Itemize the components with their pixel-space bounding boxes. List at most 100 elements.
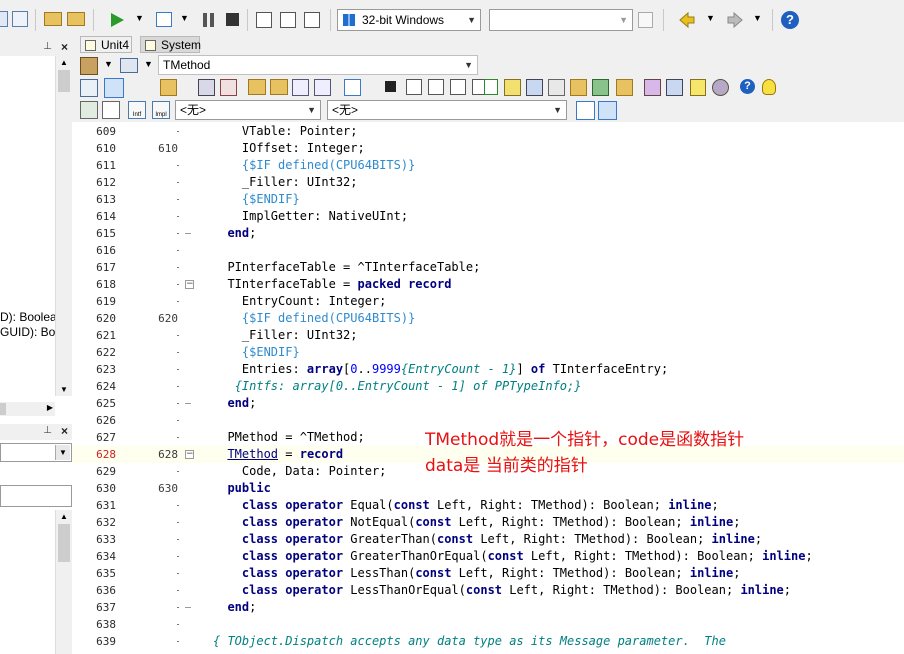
back-icon[interactable] bbox=[678, 11, 696, 29]
run-without-debug-icon[interactable] bbox=[156, 12, 172, 27]
structure-icon[interactable] bbox=[80, 101, 98, 119]
code-line[interactable]: 633 class operator GreaterThan(const Lef… bbox=[72, 531, 904, 548]
chevron-down-icon[interactable]: ▼ bbox=[144, 59, 153, 69]
close-icon[interactable]: × bbox=[61, 424, 68, 438]
settings-icon[interactable] bbox=[712, 79, 729, 96]
step-over-icon[interactable] bbox=[256, 12, 272, 28]
chevron-down-icon[interactable]: ▼ bbox=[104, 59, 113, 69]
code-line[interactable]: 621 _Filler: UInt32; bbox=[72, 327, 904, 344]
new-item-icon[interactable] bbox=[160, 79, 177, 96]
stop-icon[interactable] bbox=[385, 81, 396, 92]
view-form-icon[interactable] bbox=[80, 79, 98, 97]
align-left-icon[interactable] bbox=[576, 101, 595, 120]
forward-dropdown-icon[interactable]: ▼ bbox=[753, 13, 762, 23]
trace-into-icon[interactable] bbox=[280, 12, 296, 28]
code-line[interactable]: 619 EntryCount: Integer; bbox=[72, 293, 904, 310]
code-line[interactable]: 622 {$ENDIF} bbox=[72, 344, 904, 361]
code-line[interactable]: 610 610 IOffset: Integer; bbox=[72, 140, 904, 157]
save-all-icon[interactable] bbox=[0, 11, 8, 27]
folder-remove-icon[interactable] bbox=[270, 79, 288, 95]
fold-toggle-icon[interactable]: − bbox=[185, 450, 194, 459]
code-line[interactable]: 611 {$IF defined(CPU64BITS)} bbox=[72, 157, 904, 174]
run-to-cursor-icon[interactable] bbox=[304, 12, 320, 28]
download-icon[interactable] bbox=[292, 79, 309, 96]
upload-icon[interactable] bbox=[314, 79, 331, 96]
run-icon[interactable] bbox=[344, 79, 361, 96]
code-line[interactable]: 631 class operator Equal(const Left, Rig… bbox=[72, 497, 904, 514]
code-line[interactable]: 616 bbox=[72, 242, 904, 259]
code-line[interactable]: 635 class operator LessThan(const Left, … bbox=[72, 565, 904, 582]
target-platform-select[interactable]: 32-bit Windows ▼ bbox=[337, 9, 481, 31]
save-icon[interactable] bbox=[198, 79, 215, 96]
view-code-icon[interactable] bbox=[104, 78, 124, 98]
run-without-debug-dropdown-icon[interactable]: ▼ bbox=[180, 13, 189, 23]
horizontal-scrollbar[interactable]: ▶ bbox=[0, 402, 55, 416]
tab-unit4[interactable]: Unit4 bbox=[80, 36, 132, 53]
code-line[interactable]: 630 630 public bbox=[72, 480, 904, 497]
code-line[interactable]: 636 class operator LessThanOrEqual(const… bbox=[72, 582, 904, 599]
back-dropdown-icon[interactable]: ▼ bbox=[706, 13, 715, 23]
panel-select[interactable]: ▼ bbox=[0, 443, 72, 462]
books-icon[interactable] bbox=[80, 57, 98, 75]
build-config-select[interactable]: ▼ bbox=[489, 9, 633, 31]
nav-member-select[interactable]: <无> ▼ bbox=[327, 100, 567, 120]
pin-icon[interactable]: ⊥ bbox=[43, 41, 52, 52]
tool-icon[interactable] bbox=[526, 79, 543, 96]
code-line[interactable]: 612 _Filler: UInt32; bbox=[72, 174, 904, 191]
code-line[interactable]: 615 end; bbox=[72, 225, 904, 242]
panel-search-input[interactable] bbox=[0, 485, 72, 507]
form-icon[interactable] bbox=[102, 101, 120, 119]
code-line[interactable]: 624 {Intfs: array[0..EntryCount - 1] of … bbox=[72, 378, 904, 395]
code-line[interactable]: 617 PInterfaceTable = ^TInterfaceTable; bbox=[72, 259, 904, 276]
class-select[interactable]: TMethod ▼ bbox=[158, 55, 478, 75]
help-icon[interactable]: ? bbox=[740, 79, 755, 94]
code-line[interactable]: 625 end; bbox=[72, 395, 904, 412]
fold-toggle-icon[interactable]: − bbox=[185, 280, 194, 289]
tab-system[interactable]: System bbox=[140, 36, 201, 53]
add-file-icon[interactable] bbox=[44, 12, 62, 26]
code-editor[interactable]: 609 VTable: Pointer; 610 610 IOffset: Inte… bbox=[72, 122, 904, 654]
vertical-scrollbar[interactable]: ▲ ▼ bbox=[55, 56, 73, 396]
vertical-scrollbar[interactable]: ▲ bbox=[55, 510, 73, 654]
refresh-icon[interactable] bbox=[638, 12, 653, 28]
code-line[interactable]: 609 VTable: Pointer; bbox=[72, 123, 904, 140]
code-line[interactable]: 623 Entries: array[0..9999{EntryCount - … bbox=[72, 361, 904, 378]
exit-icon[interactable] bbox=[484, 79, 498, 95]
code-line[interactable]: 639 { TObject.Dispatch accepts any data t… bbox=[72, 633, 904, 650]
step-icon[interactable] bbox=[406, 79, 422, 95]
forward-icon[interactable] bbox=[726, 11, 744, 29]
pin-icon[interactable]: ⊥ bbox=[43, 425, 52, 436]
align-justify-icon[interactable] bbox=[598, 101, 617, 120]
tool-icon[interactable] bbox=[644, 79, 661, 96]
code-line[interactable]: 638 bbox=[72, 616, 904, 633]
remove-file-icon[interactable] bbox=[67, 12, 85, 26]
code-line[interactable]: 632 class operator NotEqual(const Left, … bbox=[72, 514, 904, 531]
step-icon[interactable] bbox=[450, 79, 466, 95]
folder-add-icon[interactable] bbox=[248, 79, 266, 95]
code-line[interactable]: 634 class operator GreaterThanOrEqual(co… bbox=[72, 548, 904, 565]
printer-icon[interactable] bbox=[120, 58, 138, 73]
stop-icon[interactable] bbox=[226, 13, 239, 26]
nav-scope-select[interactable]: <无> ▼ bbox=[175, 100, 321, 120]
pause-icon[interactable] bbox=[202, 12, 220, 30]
tool-icon[interactable] bbox=[666, 79, 683, 96]
lightbulb-icon[interactable] bbox=[762, 79, 776, 95]
close-file-icon[interactable] bbox=[220, 79, 237, 96]
tool-icon[interactable] bbox=[616, 79, 633, 96]
tool-icon[interactable] bbox=[570, 79, 587, 96]
step-icon[interactable] bbox=[428, 79, 444, 95]
note-icon[interactable] bbox=[690, 79, 706, 96]
implementation-icon[interactable]: Impl bbox=[152, 101, 170, 119]
run-icon[interactable] bbox=[108, 11, 126, 29]
code-line[interactable]: 620 620 {$IF defined(CPU64BITS)} bbox=[72, 310, 904, 327]
close-icon[interactable]: × bbox=[61, 40, 68, 54]
tool-icon[interactable] bbox=[548, 79, 565, 96]
interface-icon[interactable]: Intf bbox=[128, 101, 146, 119]
code-line[interactable]: 614 ImplGetter: NativeUInt; bbox=[72, 208, 904, 225]
tool-icon[interactable] bbox=[592, 79, 609, 96]
code-line[interactable]: 618 − TInterfaceTable = packed record bbox=[72, 276, 904, 293]
help-icon[interactable]: ? bbox=[781, 11, 799, 29]
tool-icon[interactable] bbox=[504, 79, 521, 96]
open-project-icon[interactable] bbox=[12, 11, 28, 27]
run-dropdown-icon[interactable]: ▼ bbox=[135, 13, 144, 23]
